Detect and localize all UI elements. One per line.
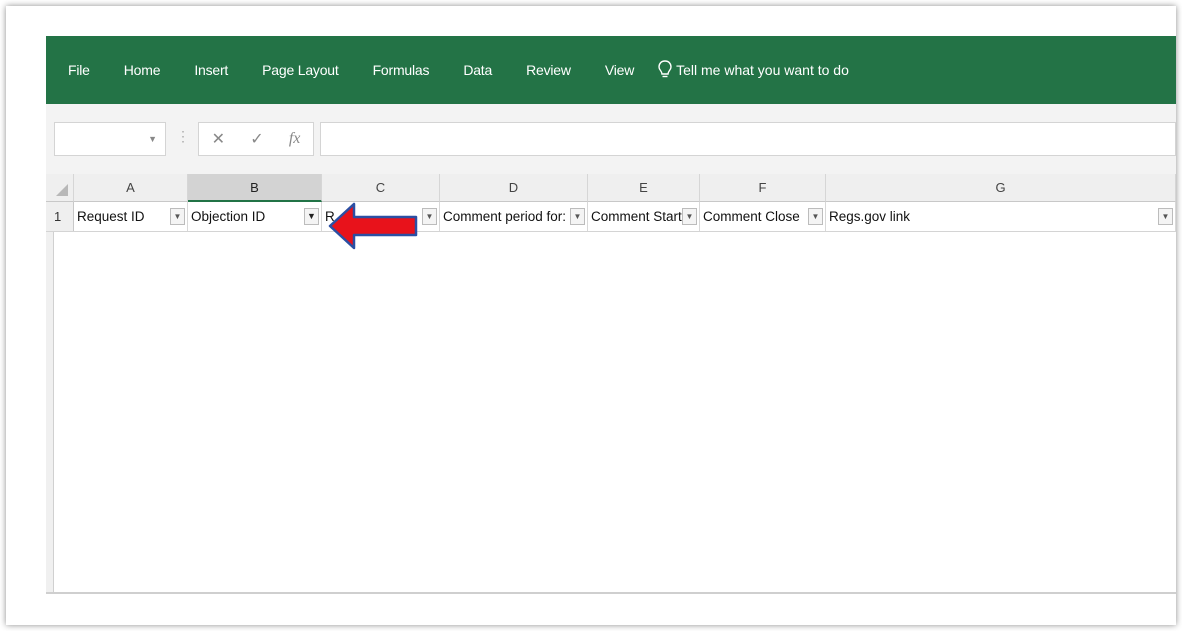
ribbon-tab-bar: File Home Insert Page Layout Formulas Da… <box>46 36 1176 104</box>
select-all-icon <box>56 184 68 196</box>
column-header-b[interactable]: B <box>188 174 322 202</box>
separator-icon: ⋮ <box>176 128 190 144</box>
cell-regs-gov-link[interactable]: Regs.gov link ▼ <box>826 202 1176 231</box>
name-box[interactable]: ▼ <box>54 122 166 156</box>
filter-dropdown-icon[interactable]: ▼ <box>682 208 697 225</box>
worksheet-grid: A B C D E F G 1 Request ID ▼ Objection I… <box>46 174 1176 594</box>
column-header-e[interactable]: E <box>588 174 700 202</box>
tab-file[interactable]: File <box>68 62 90 78</box>
row-header-gutter <box>46 232 54 594</box>
enter-icon[interactable]: ✓ <box>250 129 263 149</box>
excel-window: File Home Insert Page Layout Formulas Da… <box>6 6 1176 625</box>
table-row: 1 Request ID ▼ Objection ID ▼ R ▼ Commen… <box>46 202 1176 232</box>
cell-label: Comment period for: <box>443 209 567 224</box>
tab-review[interactable]: Review <box>526 62 571 78</box>
tab-data[interactable]: Data <box>463 62 492 78</box>
filter-dropdown-icon[interactable]: ▼ <box>570 208 585 225</box>
formula-input[interactable] <box>320 122 1176 156</box>
tab-home[interactable]: Home <box>124 62 161 78</box>
lightbulb-icon <box>658 60 672 78</box>
filter-dropdown-icon[interactable]: ▼ <box>170 208 185 225</box>
formula-bar-row: ▼ ⋮ ✕ ✓ fx <box>46 104 1176 174</box>
sheet-bottom-border <box>46 592 1176 594</box>
column-header-c[interactable]: C <box>322 174 440 202</box>
tab-formulas[interactable]: Formulas <box>373 62 430 78</box>
tell-me-label: Tell me what you want to do <box>676 62 849 78</box>
cell-label: Request ID <box>77 209 145 224</box>
cell-comment-period[interactable]: Comment period for: ▼ <box>440 202 588 231</box>
cell-label: Comment Start <box>591 209 682 224</box>
tab-page-layout[interactable]: Page Layout <box>262 62 339 78</box>
column-header-f[interactable]: F <box>700 174 826 202</box>
column-header-a[interactable]: A <box>74 174 188 202</box>
cell-objection-id[interactable]: Objection ID ▼ <box>188 202 322 231</box>
filter-dropdown-icon[interactable]: ▼ <box>422 208 437 225</box>
cell-comment-close[interactable]: Comment Close ▼ <box>700 202 826 231</box>
filter-active-icon[interactable]: ▼ <box>304 208 319 225</box>
tell-me-search[interactable]: Tell me what you want to do <box>658 60 849 80</box>
cell-comment-start[interactable]: Comment Start ▼ <box>588 202 700 231</box>
insert-function-icon[interactable]: fx <box>289 130 301 148</box>
select-all-corner[interactable] <box>46 174 74 202</box>
cancel-icon[interactable]: ✕ <box>212 129 225 149</box>
formula-buttons: ✕ ✓ fx <box>198 122 314 156</box>
column-header-d[interactable]: D <box>440 174 588 202</box>
filter-dropdown-icon[interactable]: ▼ <box>1158 208 1173 225</box>
cell-request-id[interactable]: Request ID ▼ <box>74 202 188 231</box>
chevron-down-icon[interactable]: ▼ <box>148 134 157 144</box>
filter-dropdown-icon[interactable]: ▼ <box>808 208 823 225</box>
row-header-1[interactable]: 1 <box>46 202 74 231</box>
annotation-arrow-icon <box>328 202 418 250</box>
cell-label: Comment Close <box>703 209 800 224</box>
cell-label: Regs.gov link <box>829 209 911 224</box>
tab-insert[interactable]: Insert <box>194 62 228 78</box>
cell-label: Objection ID <box>191 209 266 224</box>
column-header-g[interactable]: G <box>826 174 1176 202</box>
tab-view[interactable]: View <box>605 62 634 78</box>
